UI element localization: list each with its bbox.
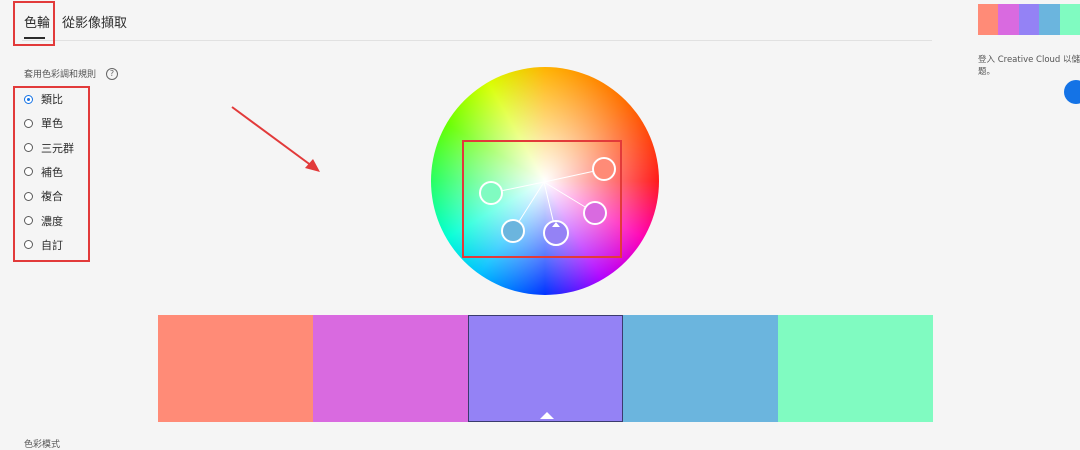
sidebar-swatch — [1018, 4, 1040, 35]
sidebar-swatch — [998, 4, 1019, 35]
sidebar-swatch — [978, 4, 999, 35]
sidebar-swatch — [1039, 4, 1060, 35]
palette-swatch[interactable] — [778, 315, 933, 422]
palette-swatch[interactable] — [468, 315, 623, 422]
palette-swatches — [158, 315, 933, 422]
signin-text: 登入 Creative Cloud 以儲存 — [978, 55, 1080, 65]
sidebar-swatch — [1059, 4, 1080, 35]
palette-swatch[interactable] — [623, 315, 778, 422]
signin-text-2: 题。 — [978, 67, 996, 77]
color-mode-label: 色彩模式 — [24, 440, 61, 450]
sidebar-palette-preview[interactable] — [978, 4, 1080, 35]
highlight-box-wheel — [462, 140, 622, 258]
palette-swatch[interactable] — [313, 315, 468, 422]
palette-swatch[interactable] — [158, 315, 313, 422]
selected-swatch-caret — [540, 412, 554, 419]
signin-prompt: 登入 Creative Cloud 以儲存 题。 — [978, 54, 1080, 78]
